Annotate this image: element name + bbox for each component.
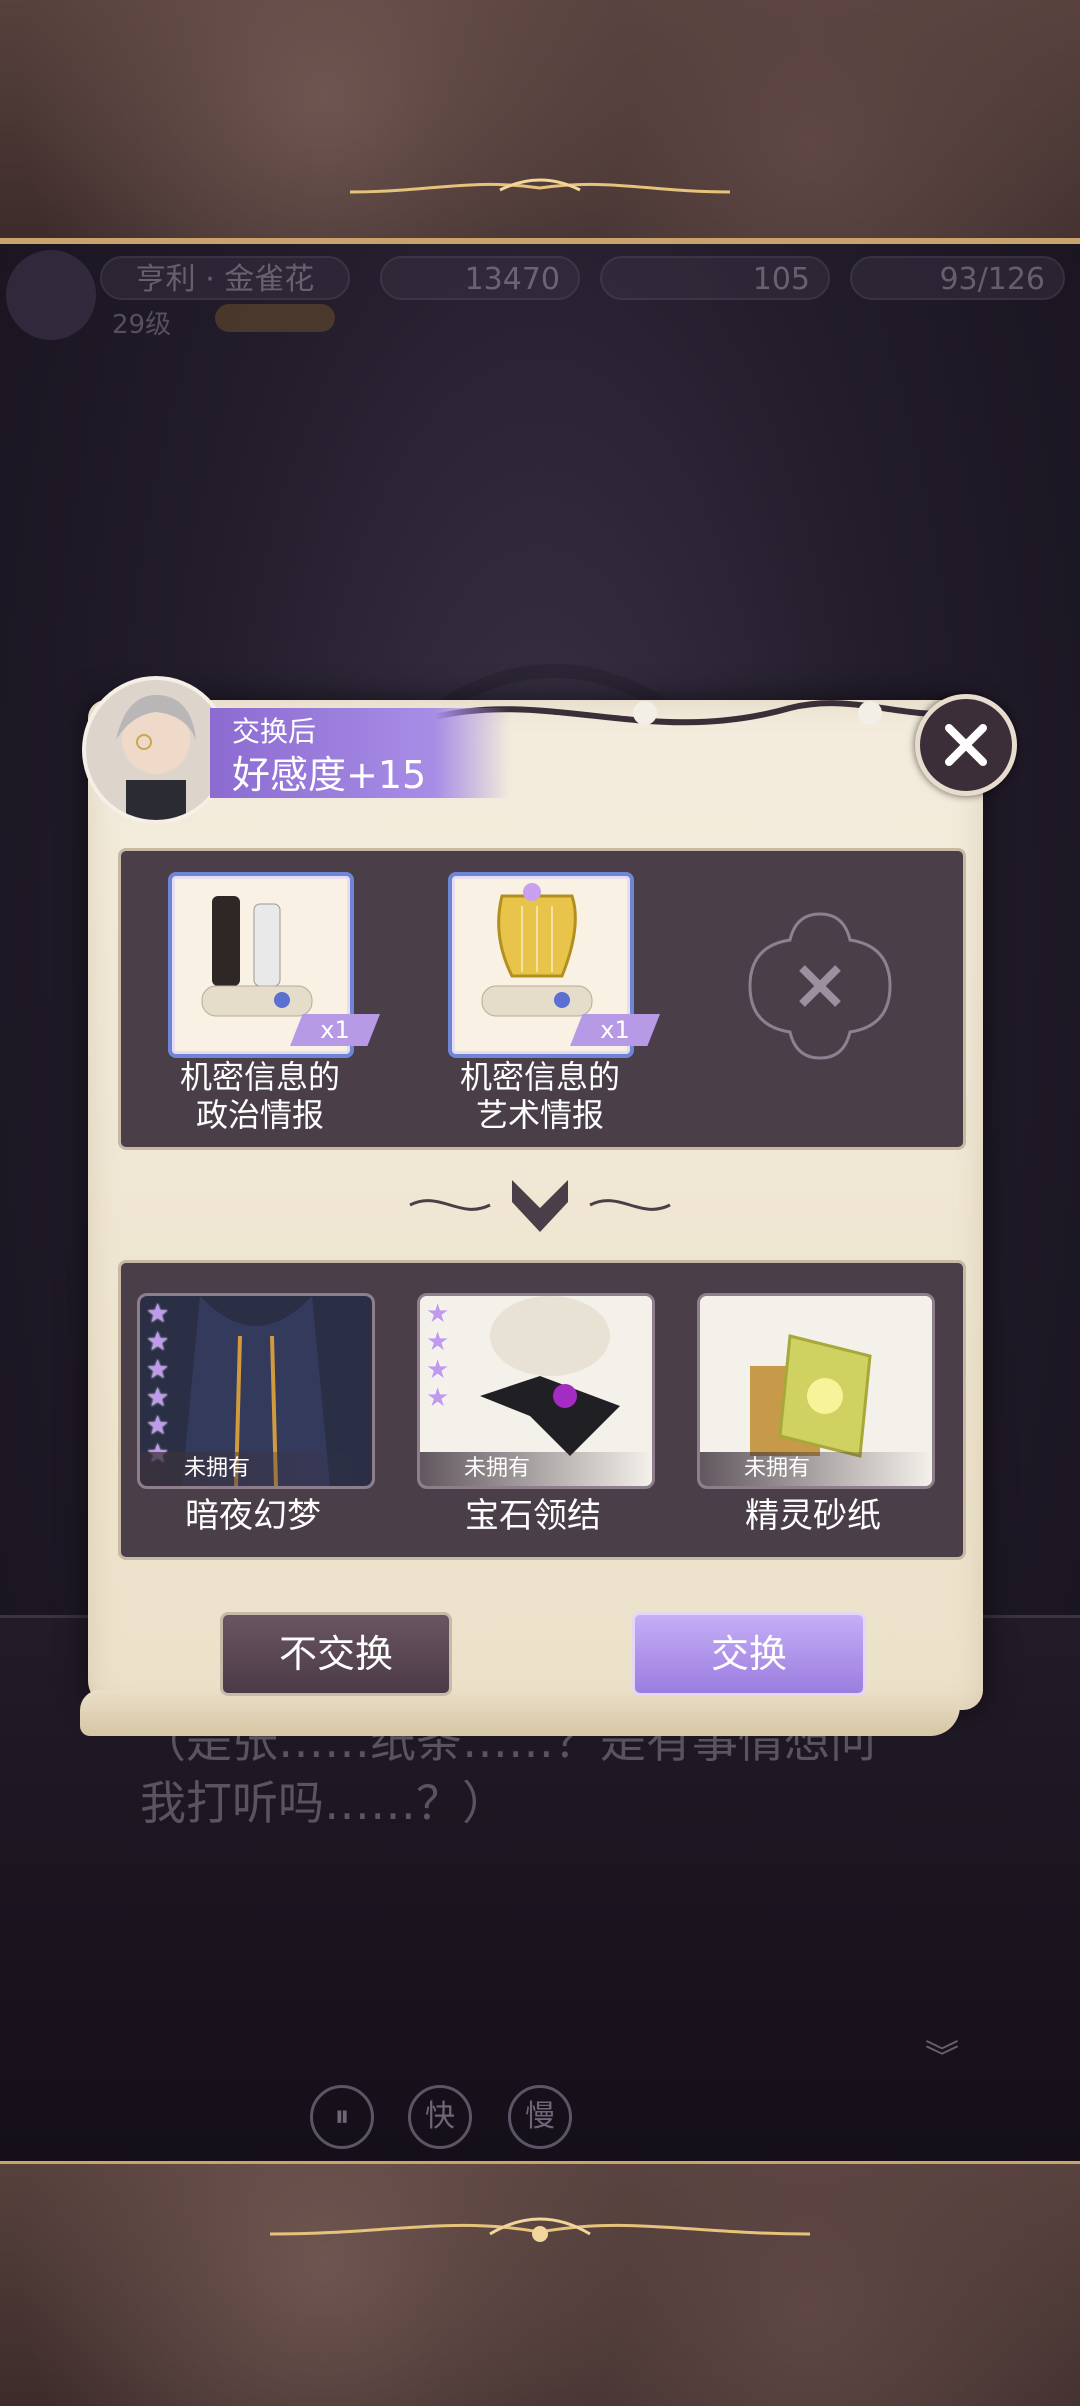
scroll-roll-decoration [80, 1690, 960, 1736]
ownership-status: 未拥有 [700, 1452, 932, 1486]
cost-item-name-line: 艺术情报 [475, 1096, 604, 1134]
player-avatar[interactable] [6, 250, 96, 340]
down-arrow-icon [409, 1180, 671, 1232]
star-icon: ★ [426, 1383, 450, 1413]
stamina-counter[interactable]: 93/126 [850, 256, 1065, 300]
star-icon: ★ [426, 1355, 450, 1385]
player-hud: 亨利 · 金雀花 29级 13470 105 93/126 [0, 244, 1080, 344]
reward-card[interactable]: 未拥有 [697, 1293, 935, 1489]
cost-item-name-line: 机密信息的 [459, 1058, 620, 1096]
empty-slot-icon [748, 912, 892, 1060]
top-frame [0, 0, 1080, 244]
pause-button[interactable]: ⏸ [310, 2085, 374, 2149]
star-icon: ★ [146, 1383, 170, 1413]
vip-badge [215, 304, 335, 332]
cost-item-name-line: 机密信息的 [179, 1058, 340, 1096]
cost-item-name: 机密信息的 政治情报 [140, 1058, 380, 1134]
reward-card[interactable]: ★ ★ ★ ★ ★ ★ 未拥有 [137, 1293, 375, 1489]
reward-name: 宝石领结 [465, 1496, 601, 1536]
reward-card[interactable]: ★ ★ ★ ★ 未拥有 [417, 1293, 655, 1489]
ownership-status: 未拥有 [420, 1452, 652, 1486]
gold-ornament-icon [350, 178, 730, 194]
player-level: 29级 [112, 310, 172, 340]
slow-button[interactable]: 慢 [508, 2085, 572, 2149]
gem-counter[interactable]: 105 [600, 256, 830, 300]
cost-item-card[interactable]: x1 [168, 872, 380, 1058]
ownership-status: 未拥有 [140, 1452, 372, 1486]
gold-ornament-icon [270, 2217, 810, 2242]
reward-name: 精灵砂纸 [745, 1496, 881, 1536]
cost-item-name: 机密信息的 艺术情报 [420, 1058, 660, 1134]
character-portrait [82, 676, 230, 824]
confirm-exchange-button[interactable]: 交换 [632, 1612, 866, 1696]
star-icon: ★ [426, 1327, 450, 1357]
dialog-line: 我打听吗……？） [140, 1776, 508, 1830]
star-icon: ★ [146, 1299, 170, 1329]
star-icon: ★ [146, 1327, 170, 1357]
star-icon: ★ [146, 1411, 170, 1441]
player-name: 亨利 · 金雀花 [100, 256, 350, 300]
gold-counter[interactable]: 13470 [380, 256, 580, 300]
cost-item-name-line: 政治情报 [195, 1096, 324, 1134]
rarity-stars: ★ ★ ★ ★ [426, 1300, 452, 1412]
star-icon: ★ [426, 1299, 450, 1329]
fast-button[interactable]: 快 [408, 2085, 472, 2149]
reward-name: 暗夜幻梦 [185, 1496, 321, 1536]
quantity-tag: x1 [290, 1014, 380, 1046]
affinity-value: 好感度+15 [232, 753, 427, 797]
quantity-tag: x1 [570, 1014, 660, 1046]
rarity-stars: ★ ★ ★ ★ ★ ★ [146, 1300, 172, 1468]
close-button[interactable] [915, 694, 1017, 796]
star-icon: ★ [146, 1355, 170, 1385]
chevron-down-icon[interactable]: ︾ [925, 2030, 959, 2079]
bottom-frame [0, 2158, 1080, 2406]
cost-item-card[interactable]: x1 [448, 872, 660, 1058]
cancel-exchange-button[interactable]: 不交换 [220, 1612, 452, 1696]
close-icon [945, 724, 987, 766]
